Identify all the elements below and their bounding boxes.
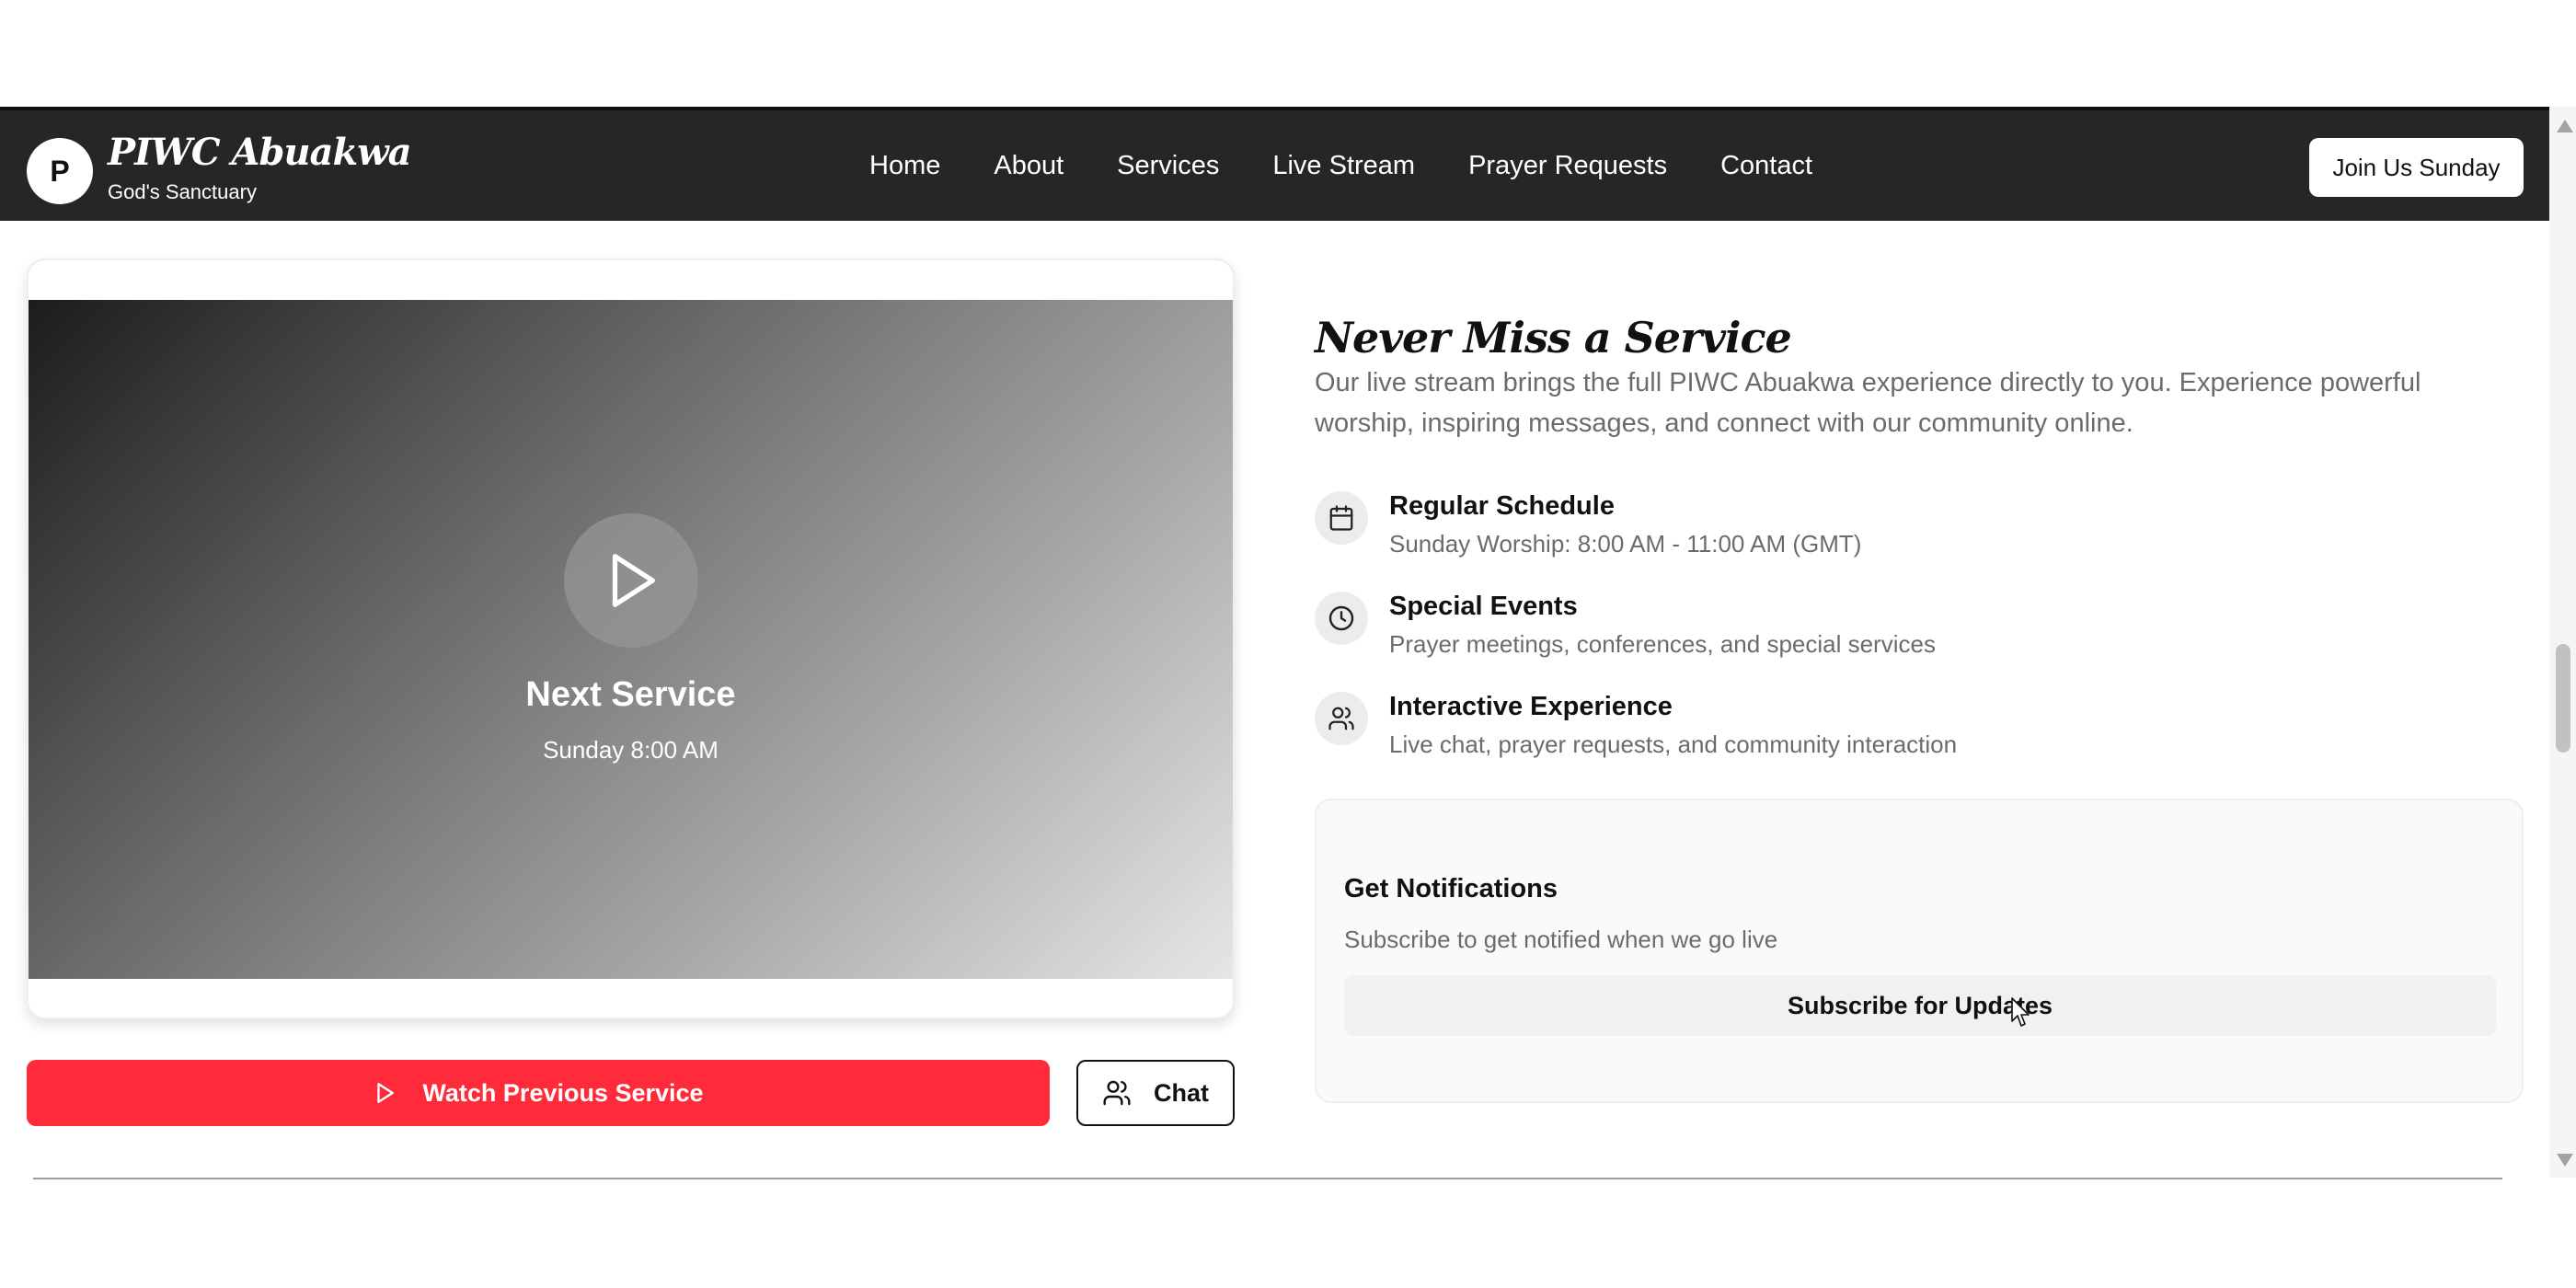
scroll-down-arrow-icon[interactable] xyxy=(2557,1154,2573,1167)
subscribe-button[interactable]: Subscribe for Updates xyxy=(1344,975,2496,1036)
logo[interactable]: P xyxy=(27,138,93,204)
nav-prayer-requests[interactable]: Prayer Requests xyxy=(1468,151,1667,181)
mouse-cursor-icon xyxy=(2011,997,2030,1027)
feature-description: Prayer meetings, conferences, and specia… xyxy=(1389,630,1936,658)
next-service-time: Sunday 8:00 AM xyxy=(543,736,719,764)
feature-title: Interactive Experience xyxy=(1389,692,1673,721)
watch-previous-service-button[interactable]: Watch Previous Service xyxy=(27,1060,1050,1126)
site-header: P PIWC Abuakwa God's Sanctuary Home Abou… xyxy=(0,107,2549,221)
main-nav: Home About Services Live Stream Prayer R… xyxy=(869,110,1812,221)
nav-home[interactable]: Home xyxy=(869,151,940,181)
chat-button[interactable]: Chat xyxy=(1076,1060,1235,1126)
section-divider xyxy=(33,1178,2502,1179)
section-heading: Never Miss a Service xyxy=(1315,313,1792,363)
logo-letter: P xyxy=(50,154,70,188)
nav-contact[interactable]: Contact xyxy=(1720,151,1812,181)
users-icon xyxy=(1315,692,1368,745)
play-icon xyxy=(612,554,655,607)
watch-previous-label: Watch Previous Service xyxy=(422,1078,704,1107)
clock-icon xyxy=(1315,592,1368,645)
brand-subtitle: God's Sanctuary xyxy=(108,180,257,203)
video-placeholder[interactable]: Next Service Sunday 8:00 AM xyxy=(29,300,1233,979)
scroll-thumb[interactable] xyxy=(2556,644,2570,753)
feature-description: Live chat, prayer requests, and communit… xyxy=(1389,730,1958,758)
brand-title[interactable]: PIWC Abuakwa xyxy=(108,131,412,174)
feature-title: Special Events xyxy=(1389,592,1578,621)
feature-title: Regular Schedule xyxy=(1389,491,1615,521)
page-scrollbar[interactable] xyxy=(2549,107,2576,1178)
notifications-title: Get Notifications xyxy=(1344,874,1558,903)
calendar-icon xyxy=(1315,491,1368,545)
intro-text: Our live stream brings the full PIWC Abu… xyxy=(1315,368,2421,438)
scroll-up-arrow-icon[interactable] xyxy=(2557,120,2573,132)
play-icon xyxy=(377,1083,395,1103)
users-icon xyxy=(1103,1080,1131,1106)
feature-description: Sunday Worship: 8:00 AM - 11:00 AM (GMT) xyxy=(1389,530,1862,558)
play-button[interactable] xyxy=(564,513,698,648)
nav-about[interactable]: About xyxy=(994,151,1064,181)
notifications-card: Get Notifications Subscribe to get notif… xyxy=(1315,799,2524,1103)
join-us-button[interactable]: Join Us Sunday xyxy=(2309,138,2524,197)
nav-live-stream[interactable]: Live Stream xyxy=(1272,151,1415,181)
nav-services[interactable]: Services xyxy=(1117,151,1219,181)
notifications-description: Subscribe to get notified when we go liv… xyxy=(1344,926,1778,953)
chat-label: Chat xyxy=(1154,1078,1209,1107)
video-player-card: Next Service Sunday 8:00 AM xyxy=(27,259,1235,1019)
next-service-title: Next Service xyxy=(525,675,736,714)
